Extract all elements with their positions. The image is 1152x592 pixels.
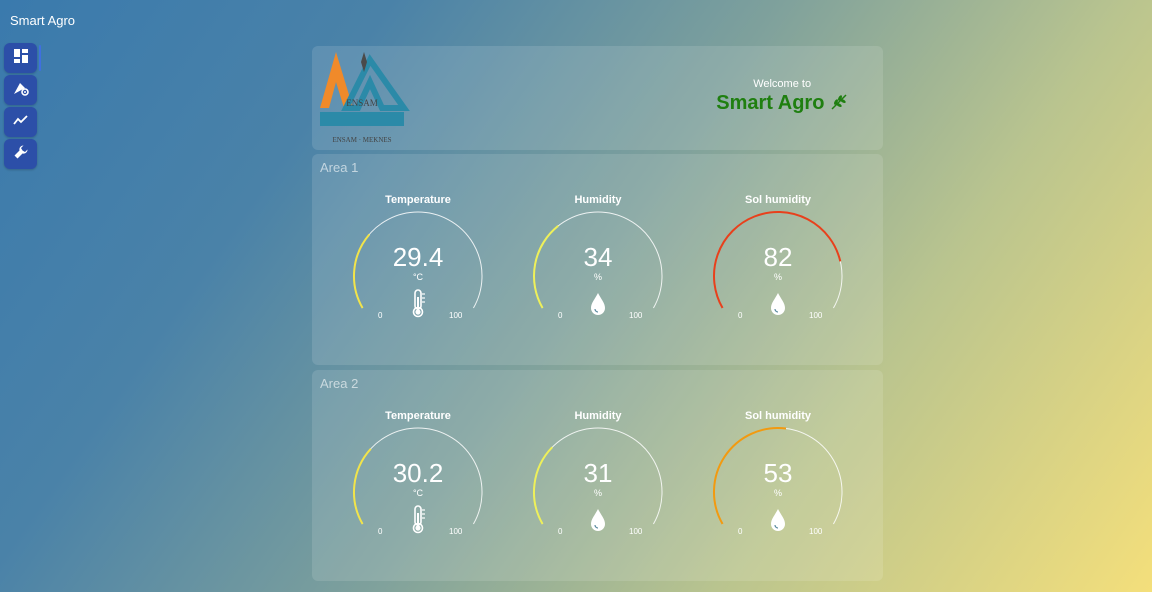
leaf-icon bbox=[830, 92, 848, 114]
gauge-max: 100 bbox=[809, 527, 823, 536]
gauge-unit: °C bbox=[412, 488, 424, 498]
gauge-sol-humidity: Sol humidity 82% 0 100 bbox=[698, 188, 858, 338]
gauge-unit: % bbox=[593, 488, 602, 498]
gauge-value: 82 bbox=[763, 242, 793, 272]
wrench-icon bbox=[13, 144, 29, 165]
header-card: ENSAM ENSAM · MEKNES Welcome to Smart Ag… bbox=[312, 46, 883, 150]
thermometer-icon bbox=[408, 288, 428, 318]
area-title: Area 1 bbox=[320, 160, 359, 175]
sidebar-item-field-settings[interactable] bbox=[4, 75, 37, 105]
welcome-title: Smart Agro bbox=[716, 92, 848, 115]
sidebar-item-dashboard[interactable] bbox=[4, 43, 41, 73]
area-card: Area 2 Temperature 30.2 °C 0 100 Humidity 31% 0… bbox=[312, 370, 883, 581]
gauge-unit: °C bbox=[412, 272, 424, 282]
welcome-small: Welcome to bbox=[753, 78, 812, 90]
logo-subtext: ENSAM · MEKNES bbox=[332, 136, 391, 144]
gauge-max: 100 bbox=[629, 311, 643, 320]
gauge-max: 100 bbox=[449, 311, 463, 320]
gauge-temperature: Temperature 29.4 °C 0 100 bbox=[338, 188, 498, 338]
app-title: Smart Agro bbox=[10, 13, 76, 28]
gauge-unit: % bbox=[593, 272, 602, 282]
sidebar bbox=[4, 43, 41, 171]
sidebar-item-tools[interactable] bbox=[4, 139, 37, 169]
gauge-min: 0 bbox=[558, 527, 563, 536]
gauge-value: 31 bbox=[583, 458, 613, 488]
gauge-label: Temperature bbox=[385, 410, 451, 422]
gauge-label: Temperature bbox=[385, 194, 451, 206]
gauge-value: 30.2 bbox=[392, 458, 444, 488]
gauge-label: Sol humidity bbox=[745, 194, 811, 206]
gauge-unit: % bbox=[773, 272, 782, 282]
gauge-label: Humidity bbox=[574, 410, 622, 422]
ensam-logo: ENSAM ENSAM · MEKNES bbox=[320, 52, 410, 144]
gauge-min: 0 bbox=[378, 311, 383, 320]
water-drop-icon bbox=[588, 288, 608, 318]
gauge-max: 100 bbox=[449, 527, 463, 536]
gauge-min: 0 bbox=[738, 311, 743, 320]
gauge-temperature: Temperature 30.2 °C 0 100 bbox=[338, 404, 498, 554]
gauge-label: Humidity bbox=[574, 194, 622, 206]
gauge-max: 100 bbox=[629, 527, 643, 536]
water-drop-icon bbox=[768, 288, 788, 318]
gauge-label: Sol humidity bbox=[745, 410, 811, 422]
welcome-title-text: Smart Agro bbox=[716, 92, 825, 114]
thermometer-icon bbox=[408, 504, 428, 534]
logo-text: ENSAM bbox=[346, 98, 378, 108]
gauge-sol-humidity: Sol humidity 53% 0 100 bbox=[698, 404, 858, 554]
area-card: Area 1 Temperature 29.4 °C 0 100 Humidity 34% 0… bbox=[312, 154, 883, 365]
gauge-value: 29.4 bbox=[392, 242, 444, 272]
water-drop-icon bbox=[768, 504, 788, 534]
gauge-value: 53 bbox=[763, 458, 793, 488]
sidebar-item-trends[interactable] bbox=[4, 107, 37, 137]
gauge-humidity: Humidity 31% 0 100 bbox=[518, 404, 678, 554]
gauge-value: 34 bbox=[583, 242, 613, 272]
dashboard-icon bbox=[13, 48, 29, 69]
gauge-min: 0 bbox=[738, 527, 743, 536]
gauge-min: 0 bbox=[378, 527, 383, 536]
gauge-unit: % bbox=[773, 488, 782, 498]
area-title: Area 2 bbox=[320, 376, 359, 391]
field-settings-icon bbox=[13, 80, 29, 101]
gauge-humidity: Humidity 34% 0 100 bbox=[518, 188, 678, 338]
welcome-block: Welcome to Smart Agro bbox=[716, 78, 848, 115]
water-drop-icon bbox=[588, 504, 608, 534]
gauge-min: 0 bbox=[558, 311, 563, 320]
gauge-max: 100 bbox=[809, 311, 823, 320]
trend-chart-icon bbox=[12, 112, 29, 133]
